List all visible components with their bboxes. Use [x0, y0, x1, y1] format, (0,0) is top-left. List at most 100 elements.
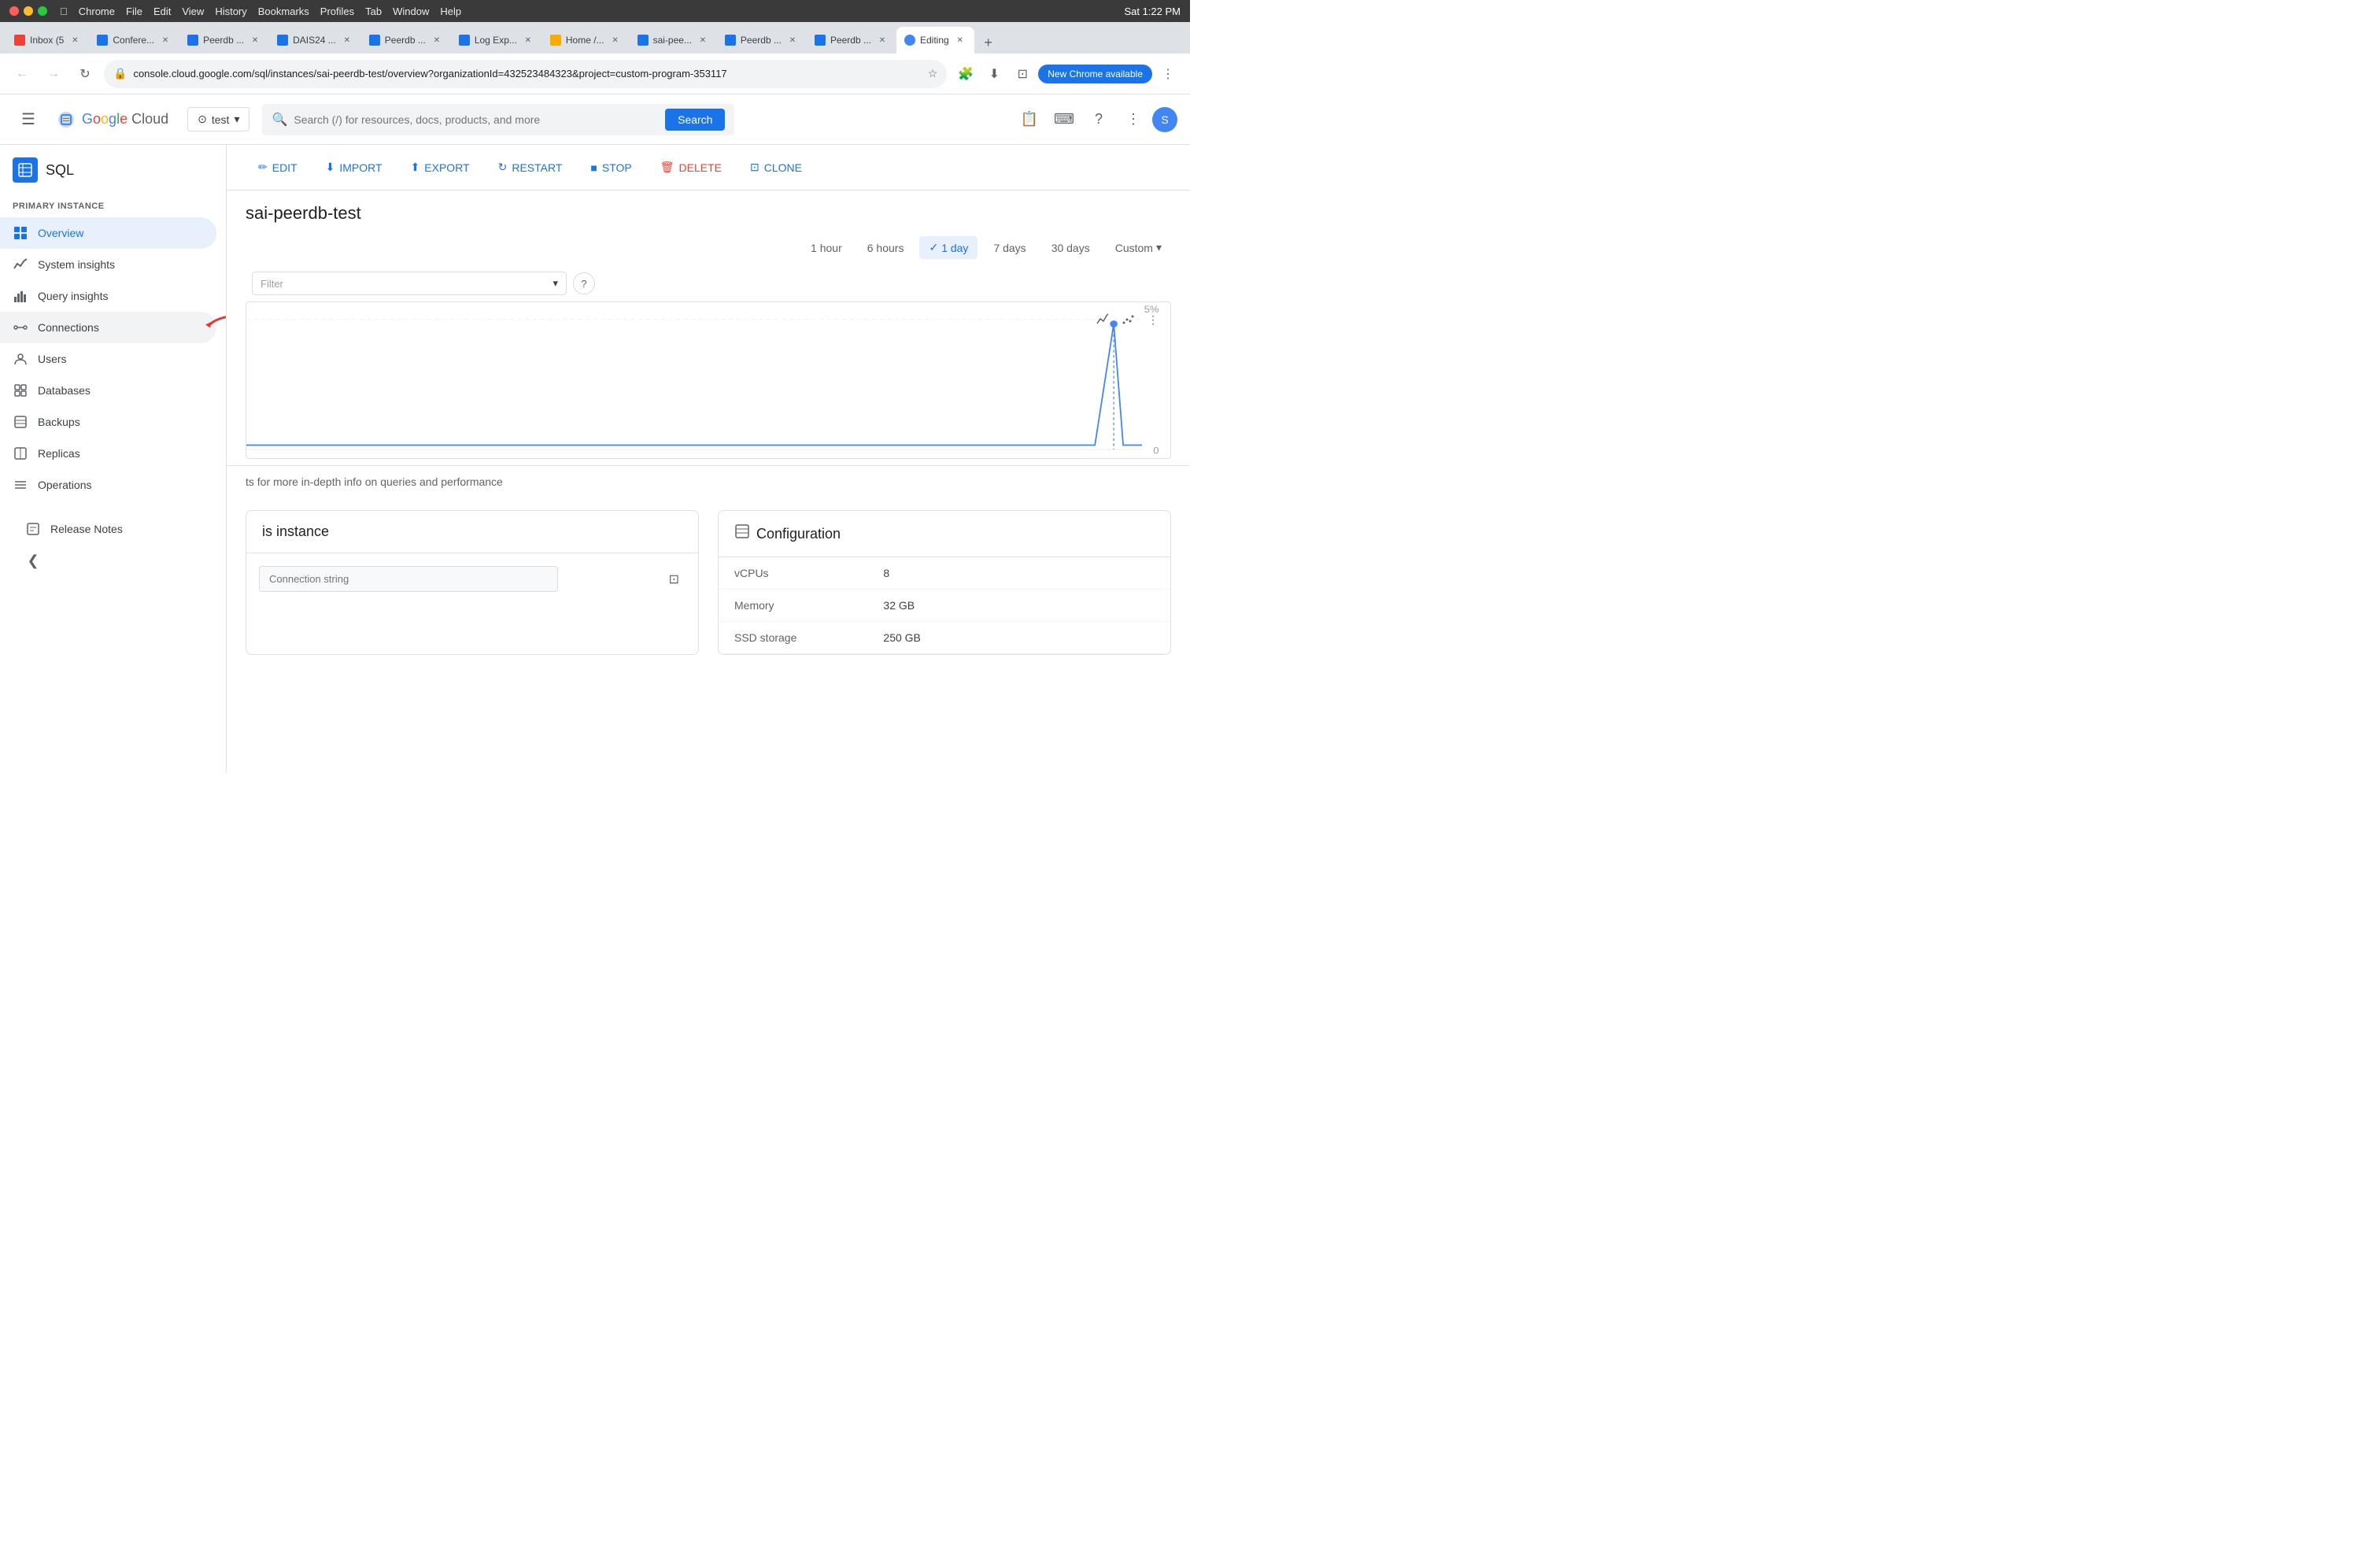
sidebar-item-overview[interactable]: Overview	[0, 217, 216, 249]
tab-close-gmail[interactable]: ✕	[68, 34, 81, 46]
restart-button[interactable]: ↻ RESTART	[486, 154, 575, 180]
mac-menu-help[interactable]: Help	[440, 6, 461, 17]
mac-menu-tab[interactable]: Tab	[365, 6, 382, 17]
hamburger-menu-button[interactable]: ☰	[13, 104, 44, 135]
tab-peerdb2[interactable]: Peerdb ... ✕	[361, 27, 451, 54]
time-filter-1day[interactable]: ✓ 1 day	[919, 236, 978, 259]
tab-close-peerdb3[interactable]: ✕	[786, 34, 799, 46]
sidebar-item-replicas[interactable]: Replicas	[0, 438, 216, 469]
reload-button[interactable]: ↻	[72, 61, 98, 87]
split-view-icon[interactable]: ⊡	[1010, 61, 1035, 87]
tab-confere[interactable]: Confere... ✕	[89, 27, 179, 54]
sidebar-item-connections[interactable]: Connections	[0, 312, 216, 343]
mac-menu-file[interactable]: File	[126, 6, 142, 17]
sidebar-item-backups[interactable]: Backups	[0, 406, 216, 438]
delete-icon: 🗑	[660, 161, 674, 174]
import-button[interactable]: ⬇ IMPORT	[313, 154, 395, 180]
chart-more-icon[interactable]: ⋮	[1142, 309, 1164, 331]
tab-logexp[interactable]: Log Exp... ✕	[451, 27, 542, 54]
back-button[interactable]: ←	[9, 61, 35, 87]
operations-icon	[13, 477, 28, 493]
mac-menu-chrome[interactable]: Chrome	[79, 6, 115, 17]
time-filter-1hour[interactable]: 1 hour	[801, 237, 852, 259]
sidebar-release-notes[interactable]: Release Notes	[13, 513, 213, 545]
time-filter-6hours[interactable]: 6 hours	[858, 237, 914, 259]
sidebar-collapse[interactable]: ❮	[13, 545, 213, 576]
maximize-dot[interactable]	[38, 6, 47, 16]
filter-dropdown[interactable]: Filter ▾	[252, 272, 567, 295]
help-circle-icon[interactable]: ?	[573, 272, 595, 294]
export-button[interactable]: ⬆ EXPORT	[398, 154, 482, 180]
sql-logo-area: SQL	[0, 145, 226, 189]
bookmark-icon[interactable]: ☆	[928, 67, 938, 80]
notifications-icon[interactable]: 📋	[1014, 104, 1045, 135]
tab-close-peerdb4[interactable]: ✕	[876, 34, 889, 46]
search-button[interactable]: Search	[665, 109, 725, 131]
time-filter-7days[interactable]: 7 days	[984, 237, 1035, 259]
tab-peerdb3[interactable]: Peerdb ... ✕	[717, 27, 807, 54]
mac-menu-view[interactable]: View	[182, 6, 204, 17]
tab-close-editing[interactable]: ✕	[954, 34, 966, 46]
sidebar-item-system-insights[interactable]: System insights	[0, 249, 216, 280]
edit-button[interactable]: ✏ EDIT	[246, 154, 310, 180]
tab-close-peerdb1[interactable]: ✕	[249, 34, 261, 46]
help-icon[interactable]: ?	[1083, 104, 1114, 135]
close-dot[interactable]	[9, 6, 19, 16]
delete-button[interactable]: 🗑 DELETE	[648, 154, 734, 180]
time-filter-custom[interactable]: Custom ▾	[1106, 236, 1171, 259]
search-input[interactable]	[294, 113, 659, 126]
global-search-bar[interactable]: 🔍 Search	[262, 104, 734, 135]
more-options-icon[interactable]: ⋮	[1118, 104, 1149, 135]
chart-line-icon[interactable]	[1092, 309, 1114, 331]
tab-peerdb4[interactable]: Peerdb ... ✕	[807, 27, 896, 54]
tab-dais24[interactable]: DAIS24 ... ✕	[269, 27, 361, 54]
sidebar-label-overview: Overview	[38, 227, 83, 239]
user-avatar[interactable]: S	[1152, 107, 1177, 132]
config-table: vCPUs 8 Memory 32 GB SSD storage 250 GB	[719, 557, 1170, 654]
url-text: console.cloud.google.com/sql/instances/s…	[133, 68, 921, 80]
extensions-icon[interactable]: 🧩	[953, 61, 978, 87]
tab-home[interactable]: Home /... ✕	[542, 27, 630, 54]
new-chrome-badge[interactable]: New Chrome available	[1038, 65, 1152, 83]
tab-close-peerdb2[interactable]: ✕	[431, 34, 443, 46]
chart-scatter-icon[interactable]	[1117, 309, 1139, 331]
tab-gmail[interactable]: Inbox (5 ✕	[6, 27, 89, 54]
stop-button[interactable]: ■ STOP	[578, 155, 644, 180]
databases-icon	[13, 383, 28, 398]
tab-label-home: Home /...	[566, 35, 604, 46]
tab-close-dais24[interactable]: ✕	[341, 34, 353, 46]
mac-menu-bookmarks[interactable]: Bookmarks	[258, 6, 309, 17]
mac-menu-apple[interactable]: 	[60, 6, 68, 17]
tab-editing[interactable]: Editing ✕	[896, 27, 974, 54]
new-tab-button[interactable]: +	[978, 31, 1000, 54]
instance-connection-string[interactable]	[259, 566, 558, 592]
project-selector[interactable]: ⊙ test ▾	[187, 107, 249, 131]
mac-menu-window[interactable]: Window	[393, 6, 429, 17]
tab-close-logexp[interactable]: ✕	[522, 34, 534, 46]
tab-peerdb1[interactable]: Peerdb ... ✕	[179, 27, 269, 54]
sidebar-item-users[interactable]: Users	[0, 343, 216, 375]
sidebar-item-operations[interactable]: Operations	[0, 469, 216, 501]
chrome-menu-icon[interactable]: ⋮	[1155, 61, 1181, 87]
copy-icon[interactable]: ⊡	[669, 571, 679, 587]
tab-close-saipee[interactable]: ✕	[697, 34, 709, 46]
clone-button[interactable]: ⊡ CLONE	[737, 154, 815, 180]
editing-favicon	[904, 35, 915, 46]
tab-close-confere[interactable]: ✕	[159, 34, 172, 46]
minimize-dot[interactable]	[24, 6, 33, 16]
address-bar[interactable]: 🔒 console.cloud.google.com/sql/instances…	[104, 60, 947, 88]
config-icon	[734, 523, 750, 544]
filter-placeholder: Filter	[261, 278, 283, 290]
mac-menu-history[interactable]: History	[215, 6, 246, 17]
forward-button[interactable]: →	[41, 61, 66, 87]
sidebar-item-databases[interactable]: Databases	[0, 375, 216, 406]
time-filter-30days[interactable]: 30 days	[1042, 237, 1099, 259]
search-prefix-icon: 🔍	[272, 112, 287, 128]
tab-close-home[interactable]: ✕	[609, 34, 622, 46]
download-icon[interactable]: ⬇	[981, 61, 1007, 87]
cloud-shell-icon[interactable]: ⌨	[1048, 104, 1080, 135]
mac-menu-edit[interactable]: Edit	[153, 6, 171, 17]
sidebar-item-query-insights[interactable]: Query insights	[0, 280, 216, 312]
mac-menu-profiles[interactable]: Profiles	[320, 6, 354, 17]
tab-saipee[interactable]: sai-pee... ✕	[630, 27, 717, 54]
